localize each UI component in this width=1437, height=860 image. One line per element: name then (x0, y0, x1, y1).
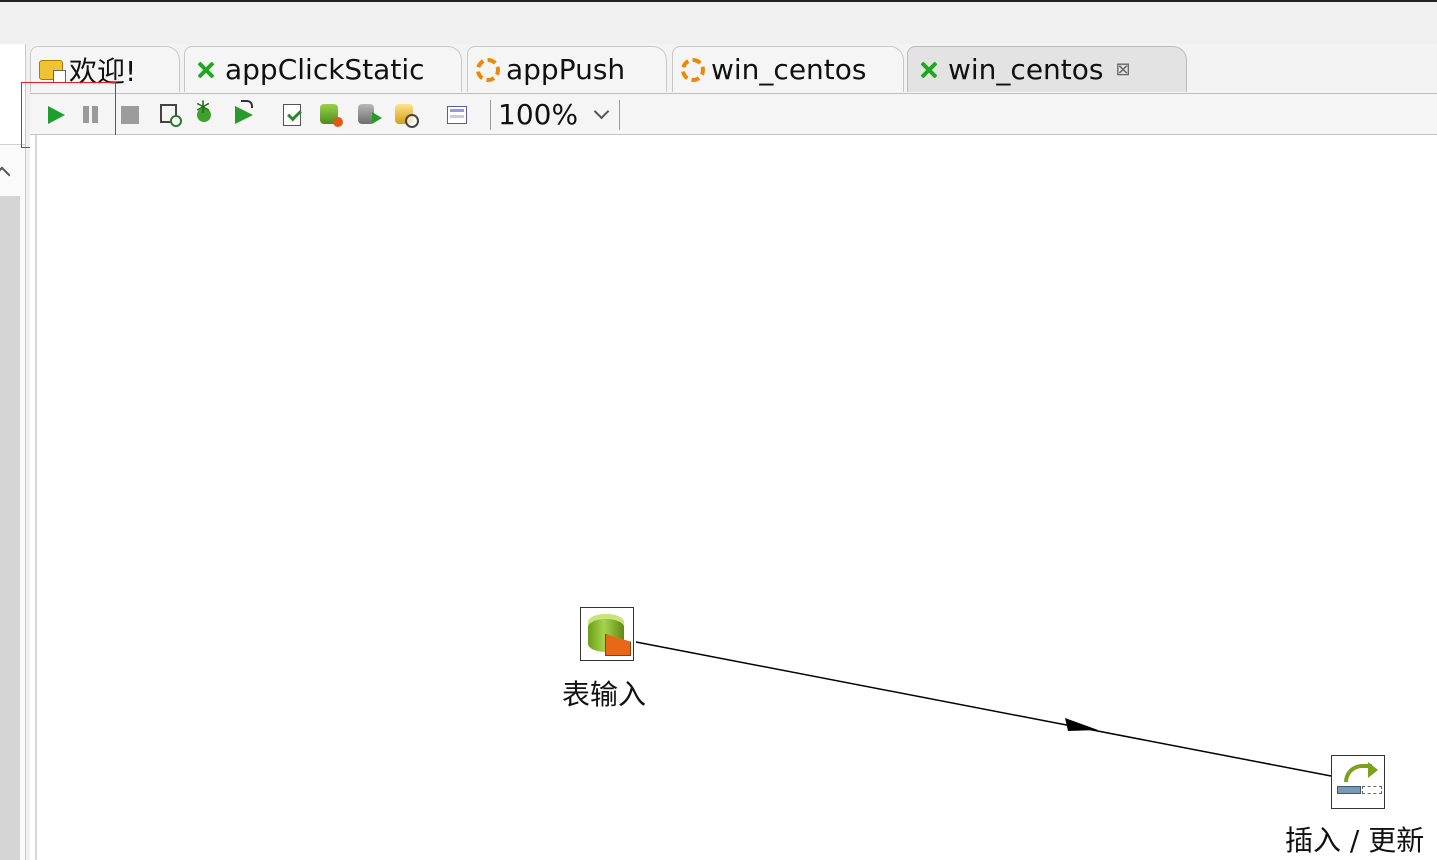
job-icon (476, 57, 500, 82)
tab-label: 欢迎! (69, 54, 137, 88)
stop-icon[interactable] (121, 106, 139, 124)
step-table-input[interactable] (580, 607, 634, 661)
zoom-dropdown[interactable]: 100% (498, 97, 610, 131)
zoom-value: 100% (498, 97, 579, 131)
tab-win-centos-job[interactable]: win_centos (672, 46, 904, 92)
left-panel-scrollbar[interactable] (0, 196, 20, 860)
tab-label: win_centos (948, 53, 1104, 86)
tab-welcome[interactable]: 欢迎! (30, 46, 180, 92)
job-icon (681, 57, 705, 82)
hop-layer (635, 641, 1332, 777)
pause-icon[interactable] (81, 104, 103, 126)
chevron-down-icon (593, 103, 610, 119)
insert-update-dashed-icon (1362, 786, 1382, 794)
welcome-icon (39, 59, 66, 83)
tab-apppush[interactable]: appPush (467, 46, 667, 92)
step-label: 表输入 (562, 678, 647, 711)
left-panel-edge (0, 44, 25, 145)
editor-tab-bar: 欢迎! appClickStatic appPush win_centos wi… (30, 44, 1437, 94)
collapse-chevron-icon[interactable] (0, 166, 11, 184)
tab-appclickstatic[interactable]: appClickStatic (184, 46, 462, 92)
hop-line[interactable] (635, 641, 1332, 777)
transformation-icon (916, 57, 942, 83)
tab-label: appClickStatic (225, 53, 425, 86)
show-results-icon[interactable] (447, 106, 467, 124)
toolbar-separator (619, 100, 620, 130)
preview-icon[interactable] (160, 104, 182, 127)
hop-arrow-icon (1065, 718, 1098, 731)
tab-label: appPush (506, 53, 626, 86)
explore-db-icon[interactable] (395, 104, 419, 128)
step-insert-update[interactable] (1331, 755, 1385, 809)
impact-icon[interactable] (320, 104, 343, 127)
transformation-toolbar: 100% (30, 94, 1437, 135)
tab-label: win_centos (711, 53, 867, 86)
step-label: 插入 / 更新 (1285, 824, 1425, 857)
insert-update-bar-icon (1337, 786, 1361, 794)
transformation-icon (193, 57, 219, 83)
debug-icon[interactable] (193, 98, 215, 126)
replay-icon[interactable] (235, 100, 253, 124)
run-icon[interactable] (48, 106, 65, 124)
transformation-canvas[interactable]: 表输入 插入 / 更新 (30, 135, 1437, 860)
tab-win-centos-transformation[interactable]: win_centos ⊠ (907, 46, 1187, 92)
verify-icon[interactable] (283, 104, 301, 126)
close-tab-icon[interactable]: ⊠ (1116, 59, 1131, 80)
toolbar-separator (490, 100, 491, 130)
left-panel (0, 44, 26, 860)
sql-icon[interactable] (358, 104, 382, 124)
window-top-border (0, 0, 1437, 2)
insert-update-arrowhead-icon (1368, 762, 1378, 778)
